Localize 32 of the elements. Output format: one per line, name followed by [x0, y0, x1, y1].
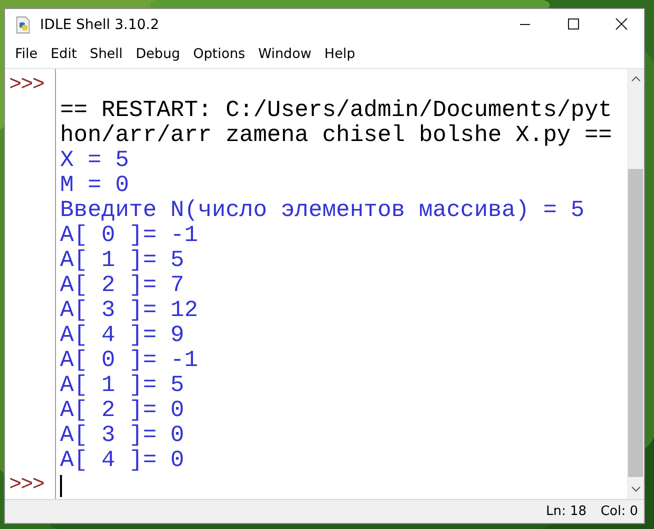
shell-text-area[interactable]: [55, 69, 627, 499]
scrollbar-thumb[interactable]: [628, 169, 643, 477]
menu-item[interactable]: Edit: [44, 44, 84, 64]
shell-output-line: A[ 4 ]= 9: [60, 323, 184, 348]
shell-output-line: A[ 0 ]= -1: [60, 348, 198, 373]
shell-output-line: A[ 1 ]= 5: [60, 373, 184, 398]
shell-output-line: X = 5: [60, 148, 130, 173]
window-title: IDLE Shell 3.10.2: [40, 16, 160, 32]
shell-prompt: >>>: [9, 474, 44, 497]
shell-output-line: A[ 3 ]= 0: [60, 423, 184, 448]
column-number-status: Col: 0: [600, 504, 638, 519]
shell-output-line: A[ 2 ]= 7: [60, 273, 184, 298]
menu-item[interactable]: Debug: [130, 44, 188, 64]
shell-output-line: A[ 3 ]= 12: [60, 298, 198, 323]
shell-output-line: == RESTART: C:/Users/admin/Documents/pyt: [60, 98, 612, 123]
shell-output-line: A[ 2 ]= 0: [60, 398, 184, 423]
shell-output-line: Введите N(число элементов массива) = 5: [60, 198, 584, 223]
menu-item[interactable]: Help: [318, 44, 362, 64]
shell-output-line: A[ 1 ]= 5: [60, 248, 184, 273]
shell-output-line: A[ 0 ]= -1: [60, 223, 198, 248]
menu-item[interactable]: File: [9, 44, 45, 64]
menu-item[interactable]: Window: [252, 44, 318, 64]
menu-item[interactable]: Shell: [84, 44, 130, 64]
shell-prompt: >>>: [9, 74, 44, 97]
menu-item[interactable]: Options: [187, 44, 252, 64]
shell-output-line: hon/arr/arr zamena chisel bolshe X.py ==: [60, 123, 612, 148]
python-file-icon: [15, 16, 31, 34]
shell-output-line: M = 0: [60, 173, 130, 198]
shell-output-line: A[ 4 ]= 0: [60, 448, 184, 473]
line-number-status: Ln: 18: [546, 504, 587, 519]
scroll-down-icon[interactable]: [630, 486, 640, 492]
scroll-up-icon[interactable]: [630, 76, 640, 82]
